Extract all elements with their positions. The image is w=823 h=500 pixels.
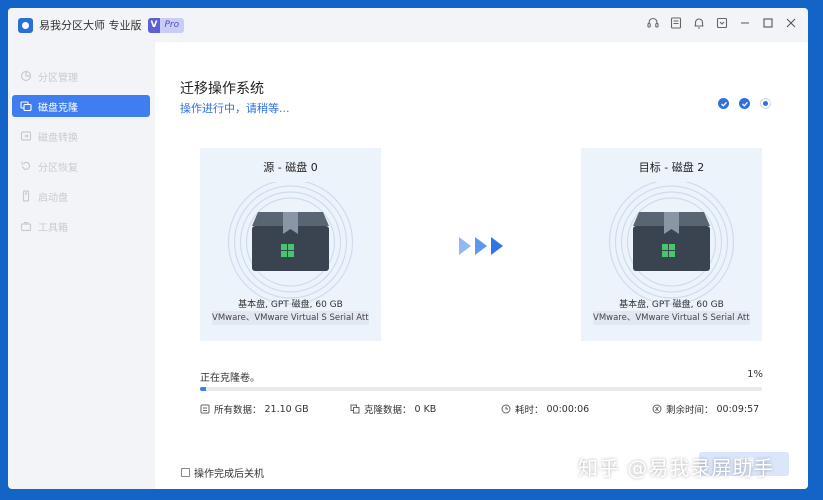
target-disk-title: 目标 - 磁盘 2 — [638, 161, 705, 174]
stat-remaining: 剩余时间： 00:09:57 — [652, 402, 759, 416]
stat-elapsed: 耗时： 00:00:06 — [501, 402, 589, 416]
target-disk-info: 基本盘, GPT 磁盘, 60 GB — [619, 300, 724, 310]
step-indicator — [718, 98, 771, 109]
sidebar-item-label: 磁盘克隆 — [38, 102, 78, 114]
progress-percent: 1% — [747, 369, 763, 380]
stat-cloned-label: 克隆数据： — [364, 405, 412, 416]
step-current-icon — [760, 98, 771, 109]
transfer-arrows-icon — [459, 237, 503, 255]
shutdown-after-checkbox[interactable]: 操作完成后关机 — [181, 465, 264, 480]
sidebar-item-recover[interactable]: 分区恢复 — [12, 155, 150, 177]
progress-bar — [200, 387, 762, 391]
watermark: 知乎 @易我录屏助手 — [578, 456, 775, 480]
page-title: 迁移操作系统 — [180, 81, 264, 97]
toolbox-icon — [20, 220, 32, 232]
sidebar-item-label: 启动盘 — [38, 192, 68, 204]
disk-icon — [608, 182, 735, 305]
sidebar-item-label: 分区管理 — [38, 72, 78, 84]
partition-icon — [20, 70, 32, 82]
step-done-icon — [739, 98, 750, 109]
sidebar-item-label: 工具箱 — [38, 222, 68, 234]
data-icon — [200, 404, 210, 414]
checkbox-icon[interactable] — [181, 468, 190, 477]
disk-icon — [227, 182, 354, 305]
pro-badge: V Pro — [147, 17, 185, 33]
sidebar-item-partition[interactable]: 分区管理 — [12, 65, 150, 87]
recover-icon — [20, 160, 32, 172]
titlebar-controls — [646, 16, 798, 30]
stat-elapsed-value: 00:00:06 — [546, 403, 590, 415]
app-window: 易我分区大师 专业版 V Pro 分区管理 磁盘克隆 磁盘转换 分区恢复 启动盘… — [8, 8, 808, 489]
source-disk-title: 源 - 磁盘 0 — [263, 161, 318, 174]
source-disk-info: 基本盘, GPT 磁盘, 60 GB — [238, 300, 343, 310]
menu-icon[interactable] — [715, 16, 729, 30]
bootdisk-icon — [20, 190, 32, 202]
bell-icon[interactable] — [692, 16, 706, 30]
step-done-icon — [718, 98, 729, 109]
close-icon[interactable] — [784, 16, 798, 30]
feedback-icon[interactable] — [669, 16, 683, 30]
clone-icon — [20, 100, 32, 112]
sidebar-item-label: 分区恢复 — [38, 162, 78, 174]
pro-badge-v: V — [147, 17, 161, 33]
convert-icon — [20, 130, 32, 142]
app-logo-icon — [18, 17, 33, 33]
stat-remaining-label: 剩余时间： — [666, 405, 714, 416]
sidebar: 分区管理 磁盘克隆 磁盘转换 分区恢复 启动盘 工具箱 — [8, 42, 155, 489]
stat-total-label: 所有数据： — [214, 405, 262, 416]
source-disk-card: 源 - 磁盘 0 基本盘, GPT 磁盘, 60 GB VMware、VMwar… — [200, 148, 381, 341]
headset-icon[interactable] — [646, 16, 660, 30]
target-disk-model: VMware、VMware Virtual S Serial Att... — [593, 311, 750, 325]
main-panel: 迁移操作系统 操作进行中，请稍等... 源 - 磁盘 0 基本盘, GPT 磁盘… — [155, 42, 808, 489]
sidebar-item-clone[interactable]: 磁盘克隆 — [12, 95, 150, 117]
progress-bar-fill — [200, 387, 206, 391]
stat-total: 所有数据： 21.10 GB — [200, 402, 309, 416]
source-disk-model: VMware、VMware Virtual S Serial Att... — [212, 311, 369, 325]
maximize-icon[interactable] — [761, 16, 775, 30]
stat-cloned: 克隆数据： 0 KB — [350, 402, 436, 416]
stat-remaining-value: 00:09:57 — [716, 403, 760, 415]
clock-icon — [501, 404, 511, 414]
target-disk-card: 目标 - 磁盘 2 基本盘, GPT 磁盘, 60 GB VMware、VMwa… — [581, 148, 762, 341]
sidebar-item-convert[interactable]: 磁盘转换 — [12, 125, 150, 147]
stats-row: 所有数据： 21.10 GB 克隆数据： 0 KB 耗时： 00:00:06 剩… — [200, 402, 762, 416]
sidebar-item-label: 磁盘转换 — [38, 132, 78, 144]
minimize-icon[interactable] — [738, 16, 752, 30]
stat-cloned-value: 0 KB — [414, 403, 437, 415]
clone-data-icon — [350, 404, 360, 414]
pro-badge-label: Pro — [164, 20, 180, 30]
page-subtitle: 操作进行中，请稍等... — [180, 102, 290, 115]
sidebar-item-bootdisk[interactable]: 启动盘 — [12, 185, 150, 207]
stat-total-value: 21.10 GB — [264, 403, 309, 415]
stat-elapsed-label: 耗时： — [515, 405, 544, 416]
titlebar: 易我分区大师 专业版 V Pro — [8, 8, 808, 42]
sidebar-item-toolbox[interactable]: 工具箱 — [12, 215, 150, 237]
progress-label: 正在克隆卷。 — [200, 373, 260, 384]
app-title: 易我分区大师 专业版 — [39, 19, 142, 32]
hourglass-icon — [652, 404, 662, 414]
shutdown-label: 操作完成后关机 — [194, 469, 264, 480]
